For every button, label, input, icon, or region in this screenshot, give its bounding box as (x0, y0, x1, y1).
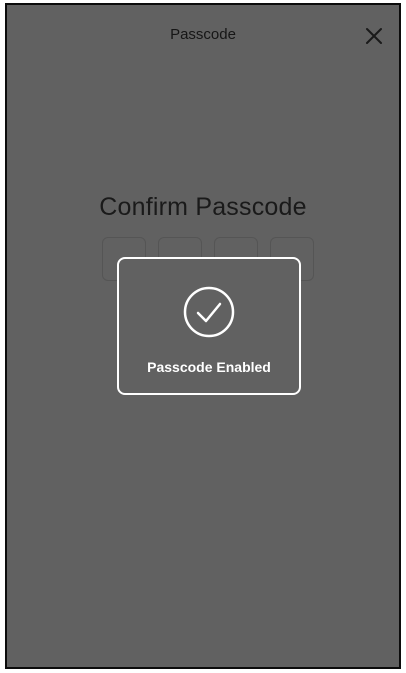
confirm-passcode-heading: Confirm Passcode (99, 193, 307, 221)
toast-message: Passcode Enabled (147, 359, 271, 375)
top-bar: Passcode (7, 5, 399, 69)
close-icon (366, 28, 382, 44)
close-button[interactable] (363, 25, 385, 47)
passcode-enabled-toast: Passcode Enabled (117, 257, 301, 395)
page-title: Passcode (170, 26, 236, 43)
passcode-screen: Passcode Confirm Passcode Passcode Enabl… (5, 3, 401, 669)
check-circle-icon (182, 285, 236, 339)
